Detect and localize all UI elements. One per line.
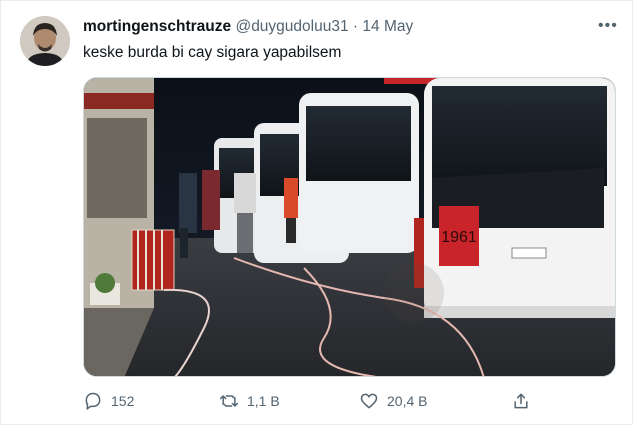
reply-action[interactable]: 152 [83,389,134,413]
display-name[interactable]: mortingenschtrauze [83,18,231,35]
heart-icon[interactable] [359,391,379,411]
retweet-icon[interactable] [219,391,239,411]
share-icon[interactable] [511,391,531,411]
separator-dot: · [352,18,359,35]
retweet-count: 1,1 B [247,393,280,409]
share-action[interactable] [511,389,531,413]
tweet-actions: 152 1,1 B 20,4 B [83,389,543,413]
avatar[interactable] [20,16,70,66]
tweet-header: mortingenschtrauze @duygudoluu31 · 14 Ma… [83,18,413,36]
reply-count: 152 [111,393,135,409]
tweet-photo[interactable]: 1961 [83,77,616,377]
more-horizontal-icon[interactable]: ••• [598,17,618,35]
tweet-card[interactable]: mortingenschtrauze @duygudoluu31 · 14 Ma… [0,0,633,425]
handle[interactable]: @duygudoluu31 [235,18,348,35]
tweet-text: keske burda bi cay sigara yapabilsem [83,44,342,61]
bus-sign-text: 1961 [441,229,477,246]
avatar-image [20,16,70,66]
like-action[interactable]: 20,4 B [359,389,427,413]
reply-icon[interactable] [83,391,103,411]
like-count: 20,4 B [387,393,428,409]
tweet-date[interactable]: 14 May [362,18,413,35]
retweet-action[interactable]: 1,1 B [219,389,280,413]
